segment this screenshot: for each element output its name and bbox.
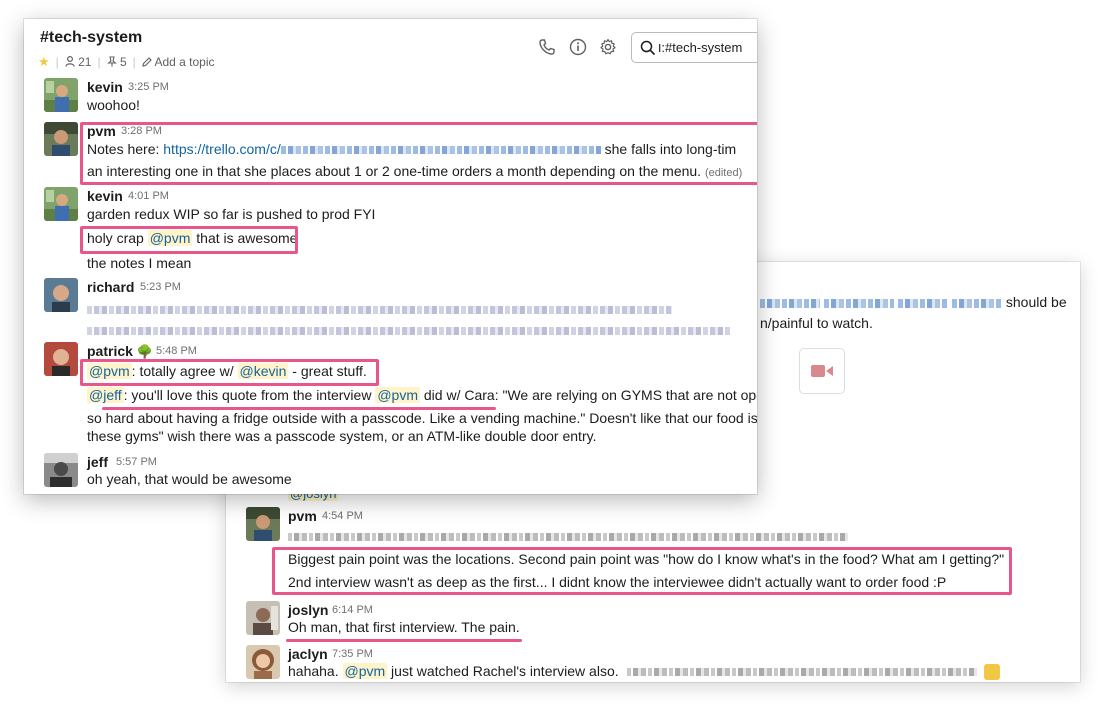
redacted-text — [87, 306, 672, 315]
search-input[interactable]: ו:#tech-system — [631, 32, 757, 63]
redacted-message-line: should be — [760, 294, 1067, 310]
divider: | — [132, 55, 136, 69]
timestamp[interactable]: 5:57 PM — [116, 456, 157, 468]
username[interactable]: jaclyn — [288, 646, 328, 662]
message-text: so hard about having a fridge outside wi… — [87, 410, 757, 426]
avatar-richard[interactable] — [44, 278, 78, 312]
pencil-icon — [142, 57, 152, 67]
timestamp[interactable]: 5:23 PM — [140, 281, 181, 293]
highlight-box — [80, 122, 757, 185]
message-text: should be — [1002, 294, 1067, 310]
avatar-pvm[interactable] — [44, 122, 78, 156]
highlight-underline — [286, 639, 522, 642]
add-topic-button[interactable]: Add a topic — [142, 55, 215, 69]
channel-name[interactable]: #tech-system — [40, 29, 142, 47]
message-text: garden redux WIP so far is pushed to pro… — [87, 206, 376, 222]
channel-header: #tech-system ★ | 21 | 5 | Add a topic ו:… — [24, 19, 757, 77]
timestamp[interactable]: 5:48 PM — [156, 345, 197, 357]
message-text: n/painful to watch. — [760, 315, 873, 331]
username[interactable]: jeff — [87, 454, 108, 470]
timestamp[interactable]: 4:54 PM — [322, 510, 363, 522]
avatar-patrick[interactable] — [44, 342, 78, 376]
message-text: the notes I mean — [87, 255, 192, 271]
gear-icon — [600, 38, 616, 55]
timestamp[interactable]: 6:14 PM — [332, 604, 373, 616]
tech-system-channel-window: #tech-system ★ | 21 | 5 | Add a topic ו:… — [24, 19, 757, 494]
redacted-text — [760, 298, 820, 308]
username[interactable]: kevin — [87, 79, 123, 95]
avatar-kevin[interactable] — [44, 187, 78, 221]
divider: | — [97, 55, 101, 69]
username[interactable]: patrick 🌳 — [87, 343, 153, 360]
message-text: did w/ Cara: "We are relying on GYMS tha… — [420, 387, 757, 403]
info-icon — [569, 38, 587, 56]
username[interactable]: joslyn — [288, 602, 328, 618]
mention-pvm[interactable]: @pvm — [375, 387, 420, 403]
channel-meta: ★ | 21 | 5 | Add a topic — [38, 54, 214, 70]
screenshot-stage: should be n/painful to watch. @joslyn pv… — [0, 0, 1104, 714]
username[interactable]: kevin — [87, 188, 123, 204]
avatar-joslyn[interactable] — [246, 601, 280, 635]
highlight-box — [80, 226, 298, 254]
mention-pvm[interactable]: @pvm — [342, 663, 388, 679]
redacted-message-line — [87, 322, 732, 338]
mention-jeff[interactable]: @jeff — [87, 387, 124, 403]
leaf-emoji-icon: 🌳 — [136, 344, 153, 359]
divider: | — [55, 55, 59, 69]
username-text: patrick — [87, 343, 133, 359]
video-call-button[interactable] — [799, 348, 845, 394]
message-text: : you'll love this quote from the interv… — [123, 387, 376, 403]
highlight-box — [272, 547, 1012, 595]
channel-details-button[interactable] — [567, 36, 589, 58]
emoji-icon — [984, 664, 1001, 681]
timestamp[interactable]: 3:25 PM — [128, 81, 169, 93]
channel-settings-button[interactable] — [597, 36, 619, 58]
video-icon — [811, 365, 833, 377]
members-count-value: 21 — [78, 55, 92, 69]
username[interactable]: richard — [87, 279, 134, 295]
redacted-text — [898, 298, 948, 308]
search-value: ו:#tech-system — [658, 40, 743, 55]
search-icon — [640, 40, 656, 55]
message-text: woohoo! — [87, 97, 140, 113]
redacted-message-line — [288, 528, 848, 544]
redacted-text — [87, 327, 732, 336]
timestamp[interactable]: 4:01 PM — [128, 190, 169, 202]
avatar-jaclyn[interactable] — [246, 645, 280, 679]
members-count[interactable]: 21 — [65, 55, 92, 69]
phone-icon — [539, 39, 555, 55]
avatar-jeff[interactable] — [44, 453, 78, 487]
username[interactable]: pvm — [288, 508, 317, 524]
pinned-count-value: 5 — [119, 55, 127, 69]
timestamp[interactable]: 7:35 PM — [332, 648, 373, 660]
avatar-pvm[interactable] — [246, 507, 280, 541]
redacted-message-line — [87, 301, 672, 317]
pinned-count[interactable]: 5 — [106, 55, 127, 69]
star-icon[interactable]: ★ — [38, 54, 50, 70]
call-button[interactable] — [536, 36, 558, 58]
message-line: hahaha. @pvm just watched Rachel's inter… — [288, 663, 1001, 681]
members-icon — [65, 55, 75, 67]
add-topic-label: Add a topic — [154, 55, 215, 69]
redacted-text — [288, 533, 848, 542]
redacted-text — [626, 668, 977, 677]
message-line: @jeff: you'll love this quote from the i… — [87, 387, 757, 403]
avatar-kevin[interactable] — [44, 78, 78, 112]
message-text: just watched Rachel's interview also. — [387, 663, 619, 679]
highlight-box — [80, 359, 379, 386]
message-text: oh yeah, that would be awesome — [87, 471, 292, 487]
message-text: hahaha. — [288, 663, 343, 679]
message-text: Oh man, that first interview. The pain. — [288, 619, 520, 635]
redacted-text — [824, 298, 894, 308]
pin-icon — [106, 56, 117, 67]
redacted-text — [952, 298, 1002, 308]
message-text: these gyms" wish there was a passcode sy… — [87, 428, 597, 444]
